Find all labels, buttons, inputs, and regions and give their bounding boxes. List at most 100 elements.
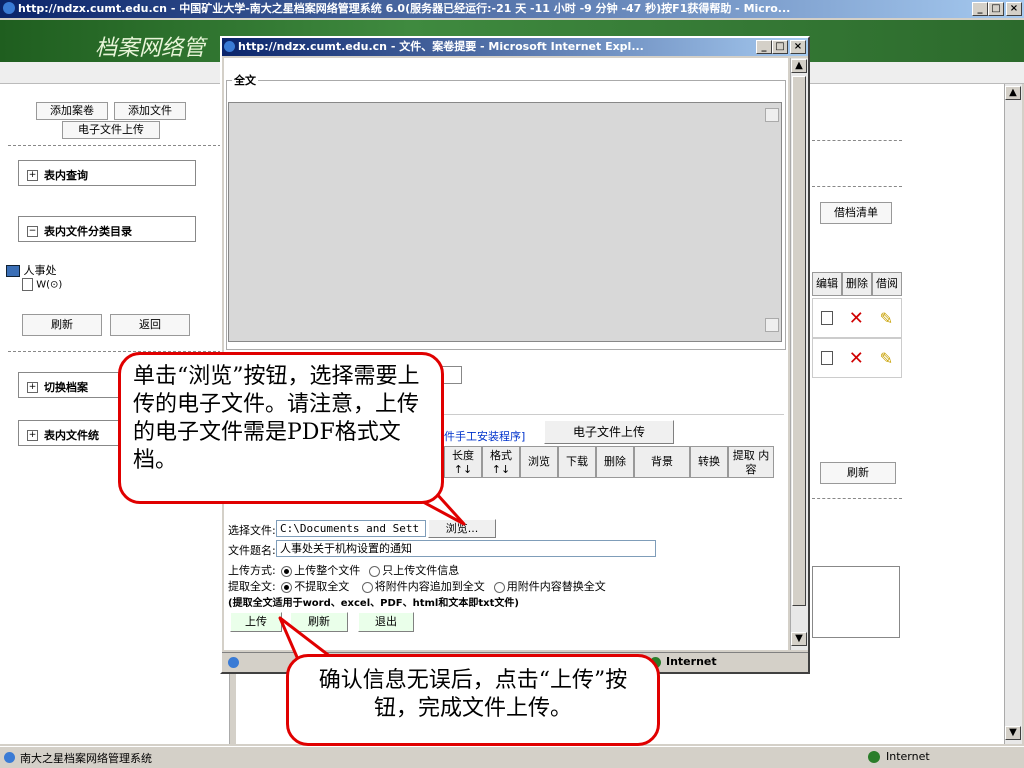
textarea-scroll-top[interactable] [765,108,779,122]
extract-none-radio[interactable] [281,581,293,593]
borrow-icon[interactable]: ✎ [880,349,893,368]
col-convert: 转换 [690,446,728,478]
status-text: 南大之星档案网络管理系统 [20,752,152,765]
fulltext-legend: 全文 [232,72,258,88]
table-row: ✕ ✎ [812,298,902,338]
main-statusbar: 南大之星档案网络管理系统 Internet [0,746,1024,768]
ie-icon [3,2,15,14]
right-divider-3 [812,498,902,499]
add-case-button[interactable]: 添加案卷 [36,102,108,120]
tree-child[interactable]: W(⊙) [22,278,62,291]
filename-label: 文件题名: [228,544,276,557]
table-row: ✕ ✎ [812,338,902,378]
upload-whole-label: 上传整个文件 [294,564,361,577]
upload-mode-row: 上传方式: 上传整个文件 只上传文件信息 [228,562,459,578]
page-icon [4,752,15,763]
popup-maximize-button[interactable]: □ [772,40,788,54]
file-table-header: 长度 ↑↓ 格式 ↑↓ 浏览 下载 删除 背景 转换 提取 内容 [444,446,778,478]
catalog-section[interactable]: − 表内文件分类目录 [18,216,196,242]
borrow-list-button[interactable]: 借档清单 [820,202,892,224]
extract-replace-label: 用附件内容替换全文 [506,580,606,593]
files-stats-section[interactable]: + 表内文件统 [18,420,128,446]
popup-scroll-thumb[interactable] [792,76,806,606]
extract-append-radio[interactable] [361,581,373,593]
e-file-upload-tab-button[interactable]: 电子文件上传 [544,420,674,444]
edit-icon[interactable] [820,351,833,365]
query-section[interactable]: + 表内查询 [18,160,196,186]
close-button[interactable]: × [1006,2,1022,16]
borrow-icon[interactable]: ✎ [880,309,893,328]
col-extract: 提取 内容 [728,446,774,478]
extract-replace-radio[interactable] [493,581,505,593]
left-back-button[interactable]: 返回 [110,314,190,336]
popup-titlebar: http://ndzx.cumt.edu.cn - 文件、案卷提要 - Micr… [222,38,808,56]
upload-whole-radio[interactable] [281,565,293,577]
page-icon [228,657,239,668]
main-scrollbar[interactable] [1004,84,1022,744]
extract-append-label: 将附件内容追加到全文 [374,580,485,593]
add-file-button[interactable]: 添加文件 [114,102,186,120]
right-refresh-button[interactable]: 刷新 [820,462,896,484]
fulltext-textarea[interactable] [228,102,782,342]
ie-icon [224,41,235,52]
left-divider-1 [8,145,226,146]
tree-root-label: 人事处 [23,264,57,277]
scroll-up-arrow[interactable]: ▲ [1005,86,1021,100]
tree-child-label: W(⊙) [36,279,63,291]
e-file-upload-button[interactable]: 电子文件上传 [62,121,160,139]
extract-row: 提取全文: 不提取全文 将附件内容追加到全文 用附件内容替换全文 [228,578,606,594]
left-refresh-button[interactable]: 刷新 [22,314,102,336]
list-table-header: 编辑 删除 借阅 [812,272,902,296]
main-window-titlebar: http://ndzx.cumt.edu.cn - 中国矿业大学-南大之星档案网… [0,0,1024,18]
popup-zone-text: Internet [666,655,717,668]
right-textbox[interactable] [812,566,900,638]
globe-icon [868,751,880,763]
popup-title: http://ndzx.cumt.edu.cn - 文件、案卷提要 - Micr… [238,40,644,53]
textarea-scroll-bottom[interactable] [765,318,779,332]
expand-icon: + [27,430,38,441]
popup-scroll-up-arrow[interactable]: ▲ [791,59,807,73]
extract-none-label: 不提取全文 [294,580,350,593]
upload-mode-label: 上传方式: [228,564,276,577]
tree-root[interactable]: 人事处 [6,262,57,278]
col-background: 背景 [634,446,690,478]
filename-field[interactable]: 人事处关于机构设置的通知 [276,540,656,557]
expand-icon: + [27,382,38,393]
switch-archive-label: 切换档案 [44,381,88,394]
catalog-section-label: 表内文件分类目录 [44,225,132,238]
switch-archive-section[interactable]: + 切换档案 [18,372,128,398]
popup-minimize-button[interactable]: _ [756,40,772,54]
edit-icon[interactable] [820,311,833,325]
computer-icon [6,265,20,277]
col-delete: 删除 [842,272,872,296]
scroll-down-arrow[interactable]: ▼ [1005,726,1021,740]
maximize-button[interactable]: □ [988,2,1004,16]
col-download: 下载 [558,446,596,478]
collapse-icon: − [27,226,38,237]
col-edit: 编辑 [812,272,842,296]
minimize-button[interactable]: _ [972,2,988,16]
install-program-link[interactable]: 件手工安装程序] [444,428,525,444]
exit-button[interactable]: 退出 [358,612,414,632]
upload-info-label: 只上传文件信息 [382,564,460,577]
col-length[interactable]: 长度 ↑↓ [444,446,482,478]
col-borrow: 借阅 [872,272,902,296]
delete-icon[interactable]: ✕ [849,348,864,369]
col-format[interactable]: 格式 ↑↓ [482,446,520,478]
right-divider-2 [812,186,902,187]
popup-scroll-down-arrow[interactable]: ▼ [791,632,807,646]
delete-icon[interactable]: ✕ [849,308,864,329]
select-file-label: 选择文件: [228,524,276,537]
document-icon [22,278,33,291]
files-stats-label: 表内文件统 [44,429,99,442]
upload-info-radio[interactable] [369,565,381,577]
query-section-label: 表内查询 [44,169,88,182]
expand-icon: + [27,170,38,181]
popup-close-button[interactable]: × [790,40,806,54]
col-browse: 浏览 [520,446,558,478]
main-window-title: http://ndzx.cumt.edu.cn - 中国矿业大学-南大之星档案网… [18,2,791,15]
extract-label: 提取全文: [228,580,276,593]
col-delete: 删除 [596,446,634,478]
zone-text: Internet [886,750,930,763]
right-divider-1 [812,140,902,141]
